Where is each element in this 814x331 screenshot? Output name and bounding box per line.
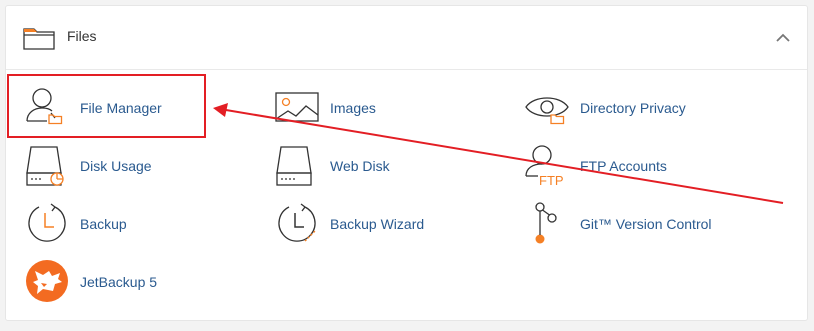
disk-usage-icon [26, 146, 64, 186]
item-label: JetBackup 5 [80, 274, 158, 290]
files-section-header[interactable]: Files [6, 6, 807, 70]
item-label: Git™ Version Control [580, 216, 712, 232]
jetbackup-icon [26, 260, 68, 302]
section-title: Files [67, 28, 97, 44]
item-label: Disk Usage [80, 158, 152, 174]
git-icon [535, 202, 557, 244]
item-label: FTP Accounts [580, 158, 667, 174]
ftp-icon-text: FTP [539, 173, 564, 188]
item-label: Web Disk [330, 158, 390, 174]
chevron-up-icon[interactable] [773, 28, 793, 48]
item-label: Backup Wizard [330, 216, 425, 232]
annotation-highlight-box [7, 74, 206, 138]
web-disk-icon [276, 146, 312, 186]
images-icon [275, 92, 319, 122]
item-label: Backup [80, 216, 127, 232]
ftp-accounts-icon: FTP [525, 145, 564, 188]
backup-wizard-icon [278, 203, 316, 242]
item-label: Directory Privacy [580, 100, 686, 116]
directory-privacy-icon [525, 97, 569, 125]
backup-icon [28, 203, 66, 242]
folder-icon [23, 28, 55, 50]
item-label: Images [330, 100, 376, 116]
